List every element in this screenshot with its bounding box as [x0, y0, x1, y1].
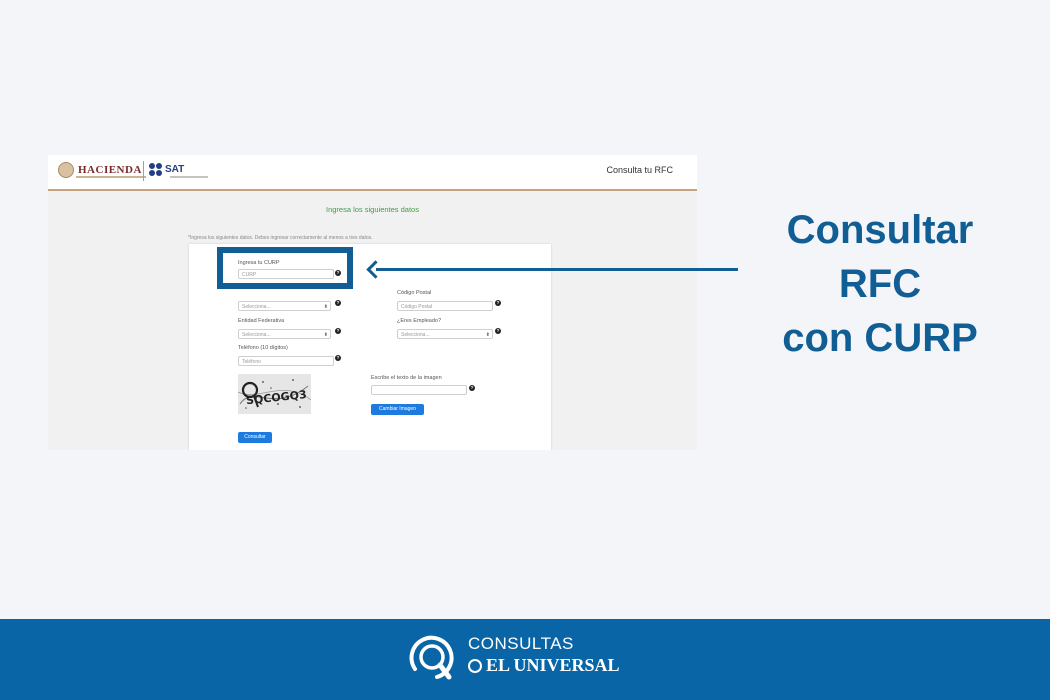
empleado-select[interactable]: Selecciona... ⬍ [397, 329, 493, 339]
empleado-help-icon[interactable]: ? [495, 328, 501, 334]
telefono-label: Teléfono (10 dígitos) [238, 345, 288, 351]
curp-highlight-box [217, 247, 353, 289]
eagle-emblem-icon [468, 658, 482, 673]
sat-logo-text: SAT [165, 164, 185, 175]
hacienda-logo-text: HACIENDA [78, 164, 142, 176]
footer-bar: CONSULTAS EL UNIVERSAL [0, 619, 1050, 700]
captcha-image: SQCOGQ3 [238, 374, 311, 414]
form-instructions: *Ingresa los siguientes datos. Debes ing… [188, 235, 373, 241]
pointer-arrow-line [376, 268, 738, 271]
captcha-help-icon[interactable]: ? [469, 385, 475, 391]
caption-heading: Consultar RFC con CURP [760, 203, 1000, 365]
empleado-arrow-icon: ⬍ [485, 332, 490, 338]
sat-header: HACIENDA SAT Consulta tu RFC [48, 155, 697, 191]
sat-logo[interactable]: SAT [149, 163, 184, 176]
sat-dots-icon [149, 163, 162, 176]
select-1-arrow-icon: ⬍ [323, 304, 328, 310]
codigo-postal-help-icon[interactable]: ? [495, 300, 501, 306]
entidad-select-value: Selecciona... [242, 332, 271, 338]
hacienda-subtitle-line [76, 176, 146, 178]
header-title[interactable]: Consulta tu RFC [606, 165, 673, 175]
select-1-value: Selecciona... [242, 304, 271, 310]
caption-line-2: RFC [838, 262, 922, 306]
caption-line-3: con CURP [782, 316, 978, 360]
sat-screenshot: HACIENDA SAT Consulta tu RFC Ingresa los… [48, 155, 697, 450]
telefono-input[interactable]: Teléfono [238, 356, 334, 366]
telefono-help-icon[interactable]: ? [335, 355, 341, 361]
footer-brand-bottom-row: EL UNIVERSAL [468, 655, 620, 676]
caption-line-1: Consultar [786, 208, 974, 252]
entidad-label: Entidad Federativa [238, 318, 285, 324]
change-image-button[interactable]: Cambiar Imagen [371, 404, 424, 415]
empleado-select-value: Selecciona... [401, 332, 430, 338]
captcha-noise: SQCOGQ3 [238, 374, 311, 414]
captcha-input[interactable] [371, 385, 467, 395]
footer-brand-bottom: EL UNIVERSAL [486, 655, 620, 675]
form-title: Ingresa los siguientes datos [326, 205, 419, 214]
magnifier-logo-icon [409, 635, 454, 680]
entidad-help-icon[interactable]: ? [335, 328, 341, 334]
consultar-button[interactable]: Consultar [238, 432, 272, 443]
footer-brand-top: CONSULTAS [468, 634, 574, 653]
logo-divider [143, 161, 144, 181]
entidad-arrow-icon: ⬍ [323, 332, 328, 338]
select-1[interactable]: Selecciona... ⬍ [238, 301, 331, 311]
sat-subtitle-line [170, 176, 208, 178]
captcha-label: Escribe el texto de la imagen [371, 375, 442, 381]
empleado-label: ¿Eres Empleado? [397, 318, 442, 324]
codigo-postal-label: Código Postal [397, 290, 432, 296]
eagle-emblem-icon [58, 162, 74, 178]
codigo-postal-input[interactable]: Código Postal [397, 301, 493, 311]
entidad-select[interactable]: Selecciona... ⬍ [238, 329, 331, 339]
select-1-help-icon[interactable]: ? [335, 300, 341, 306]
